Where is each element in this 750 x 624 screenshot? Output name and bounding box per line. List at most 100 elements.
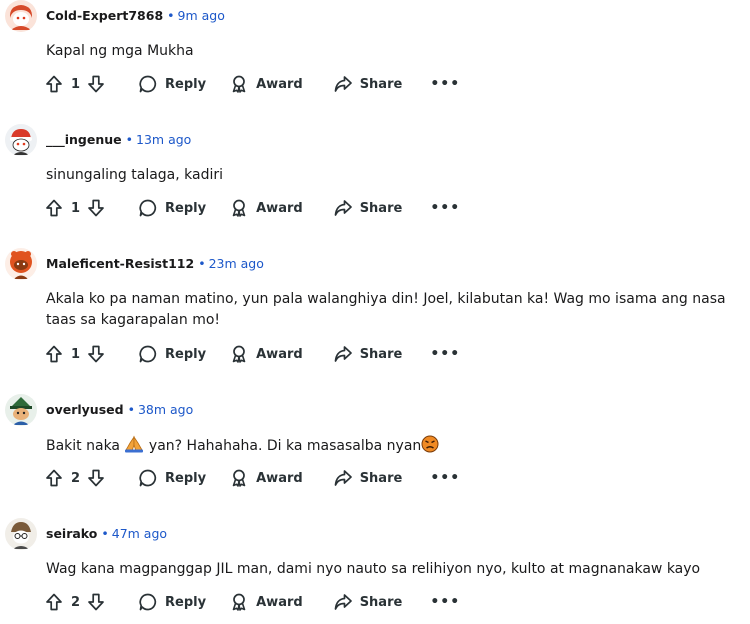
downvote-button[interactable] <box>86 344 106 364</box>
downvote-button[interactable] <box>86 74 106 94</box>
award-icon <box>229 198 249 218</box>
comment-meta: ___ingenue • 13m ago <box>46 132 191 148</box>
share-button[interactable]: Share <box>333 198 403 218</box>
upvote-icon <box>44 592 64 612</box>
more-options-button[interactable]: ••• <box>430 471 460 485</box>
vote-count: 1 <box>71 76 81 92</box>
reply-button[interactable]: Reply <box>138 198 206 218</box>
upvote-button[interactable] <box>44 468 64 488</box>
reply-button[interactable]: Reply <box>138 344 206 364</box>
username[interactable]: Maleficent-Resist112 <box>46 256 194 271</box>
reply-icon <box>138 592 158 612</box>
share-label: Share <box>359 200 403 216</box>
timestamp[interactable]: 9m ago <box>178 8 225 23</box>
upvote-button[interactable] <box>44 74 64 94</box>
more-options-button[interactable]: ••• <box>430 595 460 609</box>
award-label: Award <box>256 200 303 216</box>
timestamp[interactable]: 13m ago <box>136 132 191 147</box>
reply-label: Reply <box>165 76 207 92</box>
user-avatar-icon[interactable] <box>5 124 37 156</box>
share-icon <box>333 74 353 94</box>
user-avatar-icon[interactable] <box>5 518 37 550</box>
share-icon <box>333 592 353 612</box>
share-icon <box>333 344 353 364</box>
timestamp[interactable]: 47m ago <box>112 526 167 541</box>
separator-dot: • <box>101 526 109 541</box>
more-options-button[interactable]: ••• <box>430 347 460 361</box>
username[interactable]: overlyused <box>46 402 124 417</box>
username[interactable]: Cold-Expert7868 <box>46 8 163 23</box>
share-button[interactable]: Share <box>333 468 403 488</box>
downvote-button[interactable] <box>86 592 106 612</box>
upvote-button[interactable] <box>44 592 64 612</box>
reply-button[interactable]: Reply <box>138 74 206 94</box>
upvote-button[interactable] <box>44 198 64 218</box>
upvote-button[interactable] <box>44 344 64 364</box>
award-label: Award <box>256 594 303 610</box>
separator-dot: • <box>125 132 134 147</box>
upvote-icon <box>44 74 64 94</box>
comment-actions: 1 Reply Award Share ••• <box>44 342 460 366</box>
comment-actions: 2 Reply Award Share ••• <box>44 590 460 614</box>
downvote-icon <box>86 74 106 94</box>
award-icon <box>229 592 249 612</box>
username[interactable]: ___ingenue <box>46 132 122 147</box>
reply-button[interactable]: Reply <box>138 468 206 488</box>
downvote-button[interactable] <box>86 468 106 488</box>
user-avatar-icon[interactable] <box>5 0 37 32</box>
share-button[interactable]: Share <box>333 592 402 612</box>
comment-meta: seirako • 47m ago <box>46 526 167 542</box>
share-button[interactable]: Share <box>333 74 403 94</box>
comment-meta: Maleficent-Resist112 • 23m ago <box>46 256 264 272</box>
timestamp[interactable]: 38m ago <box>138 402 193 417</box>
share-button[interactable]: Share <box>333 344 402 364</box>
award-icon <box>229 344 249 364</box>
more-options-button[interactable]: ••• <box>430 201 460 215</box>
more-options-button[interactable]: ••• <box>430 77 460 91</box>
username[interactable]: seirako <box>46 526 97 541</box>
reply-label: Reply <box>165 200 207 216</box>
downvote-icon <box>86 468 106 488</box>
share-icon <box>333 468 353 488</box>
user-avatar-icon[interactable] <box>5 394 37 426</box>
award-button[interactable]: Award <box>229 74 303 94</box>
folded-hands-emoji-icon <box>124 435 144 460</box>
separator-dot: • <box>167 8 175 23</box>
vote-count: 2 <box>71 470 81 486</box>
vote-count: 2 <box>71 594 81 610</box>
share-label: Share <box>359 470 403 486</box>
reply-label: Reply <box>165 346 207 362</box>
comment-meta: overlyused • 38m ago <box>46 402 193 418</box>
separator-dot: • <box>127 402 135 417</box>
downvote-button[interactable] <box>86 198 106 218</box>
award-label: Award <box>256 470 303 486</box>
reply-icon <box>138 344 158 364</box>
vote-count: 1 <box>71 346 81 362</box>
reply-button[interactable]: Reply <box>138 592 206 612</box>
timestamp[interactable]: 23m ago <box>209 256 264 271</box>
reply-icon <box>138 468 158 488</box>
award-label: Award <box>256 346 303 362</box>
vote-count: 1 <box>71 200 81 216</box>
award-label: Award <box>256 76 303 92</box>
user-avatar-icon[interactable] <box>5 248 37 280</box>
award-button[interactable]: Award <box>229 344 303 364</box>
upvote-icon <box>44 198 64 218</box>
comment-actions: 1 Reply Award Share ••• <box>44 196 460 220</box>
comment-meta: Cold-Expert7868 • 9m ago <box>46 8 225 24</box>
reply-label: Reply <box>165 594 207 610</box>
angry-face-emoji-icon <box>421 435 439 460</box>
comment-text-part: yan? Hahahaha. Di ka masasalba nyan <box>144 438 422 454</box>
comment-text: sinungaling talaga, kadiri <box>46 167 224 183</box>
comment-text: Wag kana magpanggap JIL man, dami nyo na… <box>46 561 701 577</box>
upvote-icon <box>44 468 64 488</box>
award-button[interactable]: Award <box>229 468 303 488</box>
award-button[interactable]: Award <box>229 198 303 218</box>
award-button[interactable]: Award <box>229 592 303 612</box>
comment-text: Kapal ng mga Mukha <box>46 43 194 59</box>
downvote-icon <box>86 198 106 218</box>
comment-actions: 1 Reply Award Share ••• <box>44 72 460 96</box>
upvote-icon <box>44 344 64 364</box>
share-label: Share <box>359 76 403 92</box>
reply-icon <box>138 198 158 218</box>
